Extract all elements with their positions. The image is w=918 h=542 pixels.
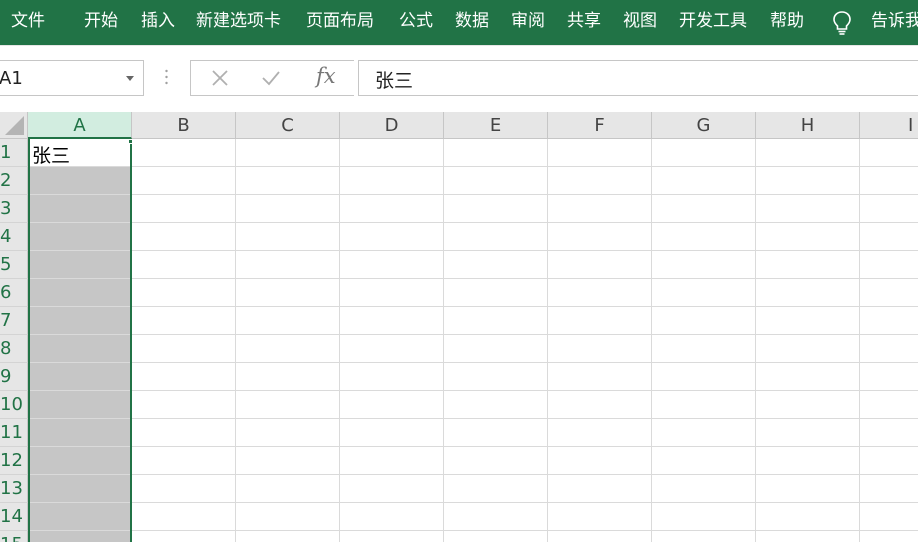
check-icon[interactable] bbox=[261, 69, 281, 87]
column-header-e[interactable]: E bbox=[444, 112, 548, 139]
tab-insert[interactable]: 插入 bbox=[141, 0, 175, 45]
grid-line bbox=[859, 139, 860, 542]
tab-share[interactable]: 共享 bbox=[567, 0, 601, 45]
lightbulb-icon[interactable] bbox=[832, 10, 852, 36]
tab-formulas[interactable]: 公式 bbox=[399, 0, 433, 45]
column-header-i[interactable]: I bbox=[860, 112, 918, 139]
formula-bar-area: A1 fx 张三 bbox=[0, 46, 918, 112]
row-header-1[interactable]: 1 bbox=[0, 139, 28, 167]
grid-line bbox=[28, 502, 918, 503]
grid-line bbox=[28, 474, 918, 475]
cell-area[interactable]: 张三 bbox=[28, 139, 918, 542]
row-header-3[interactable]: 3 bbox=[0, 195, 28, 223]
row-header-8[interactable]: 8 bbox=[0, 335, 28, 363]
column-header-f[interactable]: F bbox=[548, 112, 652, 139]
name-box-value: A1 bbox=[0, 68, 23, 89]
formula-buttons: fx bbox=[190, 60, 354, 96]
grid-line bbox=[28, 530, 918, 531]
tab-page-layout[interactable]: 页面布局 bbox=[306, 0, 374, 45]
row-header-13[interactable]: 13 bbox=[0, 475, 28, 503]
tab-view[interactable]: 视图 bbox=[623, 0, 657, 45]
column-header-h[interactable]: H bbox=[756, 112, 860, 139]
row-header-6[interactable]: 6 bbox=[0, 279, 28, 307]
tab-file[interactable]: 文件 bbox=[11, 0, 45, 45]
row-header-9[interactable]: 9 bbox=[0, 363, 28, 391]
fill-handle[interactable] bbox=[128, 139, 133, 144]
column-header-b[interactable]: B bbox=[132, 112, 236, 139]
worksheet-grid: A B C D E F G H I 1 2 3 4 5 6 7 8 9 10 1… bbox=[0, 112, 918, 542]
tell-me-search[interactable]: 告诉我 bbox=[871, 0, 918, 45]
row-header-2[interactable]: 2 bbox=[0, 167, 28, 195]
grid-line bbox=[28, 306, 918, 307]
column-header-c[interactable]: C bbox=[236, 112, 340, 139]
row-header-15[interactable]: 15 bbox=[0, 531, 28, 542]
column-header-g[interactable]: G bbox=[652, 112, 756, 139]
chevron-down-icon[interactable] bbox=[126, 76, 134, 81]
select-all-icon bbox=[5, 116, 24, 135]
tab-help[interactable]: 帮助 bbox=[770, 0, 804, 45]
grid-line bbox=[28, 446, 918, 447]
grid-line bbox=[28, 362, 918, 363]
formula-input[interactable]: 张三 bbox=[358, 60, 918, 96]
column-header-a[interactable]: A bbox=[28, 112, 132, 139]
grid-line bbox=[651, 139, 652, 542]
grid-line bbox=[28, 418, 918, 419]
grid-line bbox=[28, 166, 918, 167]
name-box[interactable]: A1 bbox=[0, 60, 144, 96]
tab-review[interactable]: 审阅 bbox=[511, 0, 545, 45]
row-header-10[interactable]: 10 bbox=[0, 391, 28, 419]
formula-bar-resize-handle-icon[interactable] bbox=[165, 69, 168, 87]
tab-developer[interactable]: 开发工具 bbox=[679, 0, 747, 45]
insert-function-button[interactable]: fx bbox=[316, 64, 336, 88]
grid-line bbox=[235, 139, 236, 542]
select-all-button[interactable] bbox=[0, 112, 28, 139]
row-header-14[interactable]: 14 bbox=[0, 503, 28, 531]
row-header-11[interactable]: 11 bbox=[0, 419, 28, 447]
tab-home[interactable]: 开始 bbox=[84, 0, 118, 45]
ribbon-tab-bar: 文件 开始 插入 新建选项卡 页面布局 公式 数据 审阅 共享 视图 开发工具 … bbox=[0, 0, 918, 45]
grid-line bbox=[755, 139, 756, 542]
grid-line bbox=[28, 222, 918, 223]
close-icon[interactable] bbox=[211, 69, 229, 87]
row-header-4[interactable]: 4 bbox=[0, 223, 28, 251]
grid-line bbox=[339, 139, 340, 542]
grid-line bbox=[547, 139, 548, 542]
tab-data[interactable]: 数据 bbox=[455, 0, 489, 45]
selection-border bbox=[28, 139, 132, 542]
column-header-d[interactable]: D bbox=[340, 112, 444, 139]
row-header-5[interactable]: 5 bbox=[0, 251, 28, 279]
grid-line bbox=[28, 334, 918, 335]
grid-line bbox=[28, 390, 918, 391]
tab-new-tab[interactable]: 新建选项卡 bbox=[196, 0, 281, 45]
excel-window: 文件 开始 插入 新建选项卡 页面布局 公式 数据 审阅 共享 视图 开发工具 … bbox=[0, 0, 918, 542]
grid-line bbox=[28, 250, 918, 251]
row-header-7[interactable]: 7 bbox=[0, 307, 28, 335]
grid-line bbox=[443, 139, 444, 542]
formula-value: 张三 bbox=[375, 70, 414, 92]
row-header-12[interactable]: 12 bbox=[0, 447, 28, 475]
grid-line bbox=[28, 194, 918, 195]
grid-line bbox=[28, 278, 918, 279]
